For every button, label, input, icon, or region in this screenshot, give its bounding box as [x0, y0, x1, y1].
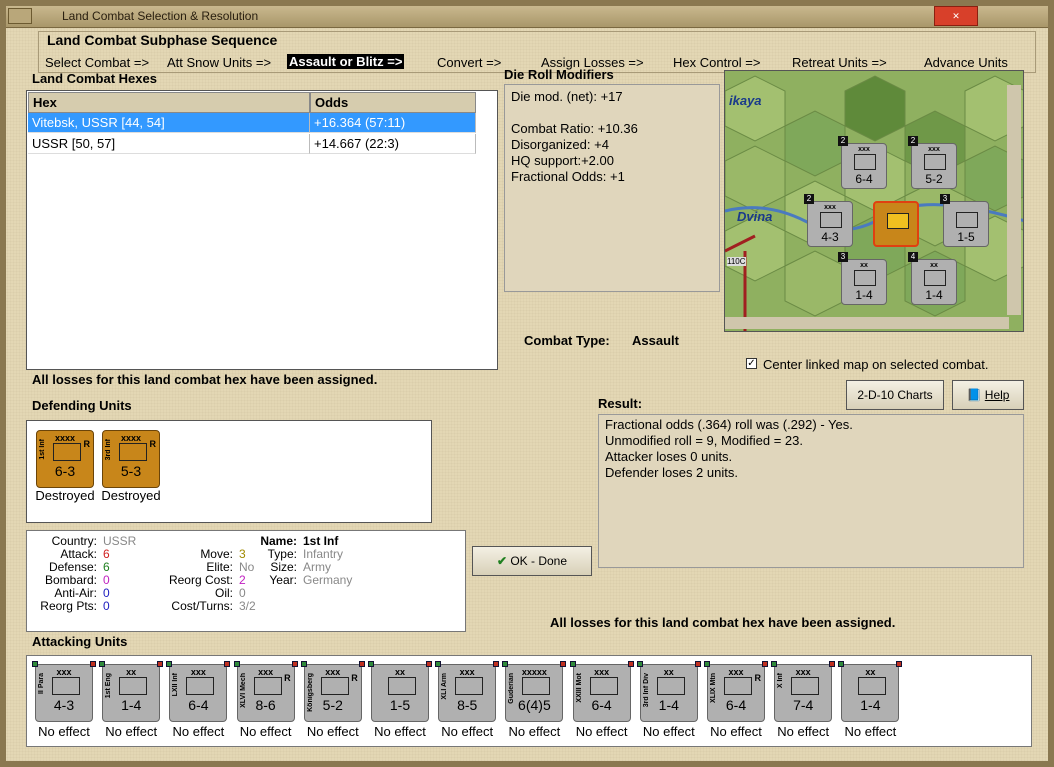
attacking-unit[interactable]: xx 3rd Inf Div 1-4 [636, 661, 701, 722]
center-map-checkbox[interactable]: ✓ [746, 358, 757, 369]
step-select-combat: Select Combat => [45, 55, 150, 70]
result-line: Unmodified roll = 9, Modified = 23. [605, 433, 803, 448]
title-bar: Land Combat Selection & Resolution ✕ [6, 6, 1048, 28]
attacking-unit-status: No effect [710, 724, 762, 739]
step-convert: Convert => [437, 55, 502, 70]
attacking-unit[interactable]: xxx II Para 4-3 [32, 661, 96, 722]
map-vertical-scrollbar[interactable] [1007, 85, 1021, 315]
unit-info-panel: Country: USSR Attack: 6 Defense: 6 Bomba… [26, 530, 466, 632]
help-button[interactable]: 📘 Help [952, 380, 1024, 410]
selected-defender-counter[interactable] [873, 201, 919, 247]
center-map-label: Center linked map on selected combat. [763, 357, 989, 372]
attacking-unit-status: No effect [441, 724, 494, 739]
defending-unit-status: Destroyed [35, 488, 95, 503]
result-line: Defender loses 2 units. [605, 465, 738, 480]
attacking-unit-status: No effect [172, 724, 225, 739]
map-counter[interactable]: xx 1-4 3 [838, 252, 887, 305]
attacking-unit[interactable]: xxx XLVI Mech R 8-6 [233, 661, 298, 722]
attacking-units-panel: xxx II Para 4-3 No effect xx 1st Eng 1-4 No eff… [26, 655, 1032, 747]
fractional-odds: Fractional Odds: +1 [511, 169, 625, 184]
attacking-unit[interactable]: xxx XLIX Mtn R 6-4 [704, 661, 768, 722]
odds-column-header[interactable]: Odds [310, 92, 476, 113]
attacking-unit-status: No effect [777, 724, 830, 739]
attacking-unit-status: No effect [38, 724, 90, 739]
step-att-snow-units: Att Snow Units => [167, 55, 272, 70]
attacking-unit[interactable]: xxx Königsberg R 5-2 [300, 661, 365, 722]
map-counter[interactable]: xxx 4-3 2 [804, 194, 853, 247]
losses-assigned-message-2: All losses for this land combat hex have… [550, 615, 896, 630]
combat-map[interactable]: ikaya Dvina 110C xxx 6-4 2 xxx 5-2 2 xxx… [724, 70, 1024, 332]
combat-type-value: Assault [632, 333, 679, 348]
combat-type-label: Combat Type: [524, 333, 610, 348]
attacking-unit-status: No effect [105, 724, 158, 739]
map-counter[interactable]: xx 1-4 4 [908, 252, 957, 305]
die-roll-title: Die Roll Modifiers [504, 67, 614, 82]
result-line: Attacker loses 0 units. [605, 449, 733, 464]
map-label-dvina: Dvina [737, 209, 773, 224]
step-hex-control: Hex Control => [673, 55, 761, 70]
attacking-unit[interactable]: xxxxx Guderian 6(4)5 [502, 661, 567, 722]
losses-assigned-message: All losses for this land combat hex have… [32, 372, 378, 387]
ok-done-button[interactable]: ✔ OK - Done [472, 546, 592, 576]
map-horizontal-scrollbar[interactable] [725, 317, 1009, 329]
defending-unit-status: Destroyed [101, 488, 161, 503]
map-counter[interactable]: xxx 5-2 2 [908, 136, 957, 189]
map-counter[interactable]: 1-5 3 [940, 194, 989, 247]
hexes-title: Land Combat Hexes [32, 71, 157, 86]
sequence-title: Land Combat Subphase Sequence [47, 32, 278, 48]
result-line: Fractional odds (.364) roll was (.292) -… [605, 417, 853, 432]
attacking-unit-status: No effect [642, 724, 695, 739]
attacking-unit[interactable]: xx 1st Eng 1-4 [99, 661, 164, 722]
attacking-unit-status: No effect [844, 724, 897, 739]
attacking-unit[interactable]: xx 1-5 [368, 661, 432, 722]
attacking-unit[interactable]: xxx XLI Arm 8-5 [435, 661, 500, 722]
defending-unit[interactable]: xxxx 1st Inf R 6-3 [36, 430, 94, 488]
attacking-unit-status: No effect [508, 724, 561, 739]
attacking-unit[interactable]: xxx LXII Inf 6-4 [166, 661, 231, 722]
defending-title: Defending Units [32, 398, 132, 413]
attacking-unit-status: No effect [239, 724, 292, 739]
checkmark-icon: ✔ [496, 554, 507, 568]
attacking-unit-status: No effect [306, 724, 359, 739]
map-counter[interactable]: xxx 6-4 2 [838, 136, 887, 189]
map-label-ikaya: ikaya [729, 93, 762, 108]
die-mod-net: Die mod. (net): +17 [511, 89, 623, 104]
window-title: Land Combat Selection & Resolution [62, 9, 259, 23]
table-row[interactable]: Vitebsk, USSR [44, 54] +16.364 (57:11) [28, 113, 476, 133]
result-title: Result: [598, 396, 643, 411]
attacking-unit[interactable]: xxx X Inf 7-4 [771, 661, 836, 722]
step-assault-or-blitz: Assault or Blitz => [287, 54, 405, 69]
close-button[interactable]: ✕ [934, 6, 978, 26]
attacking-unit-status: No effect [575, 724, 628, 739]
step-retreat-units: Retreat Units => [792, 55, 887, 70]
attacking-unit[interactable]: xxx XXIII Mot 6-4 [569, 661, 634, 722]
map-label-110c: 110C [727, 257, 746, 266]
defending-unit[interactable]: xxxx 3rd Inf R 5-3 [102, 430, 160, 488]
hq-support: HQ support:+2.00 [511, 153, 614, 168]
book-icon: 📘 [966, 388, 982, 402]
combat-window: Land Combat Selection & Resolution ✕ Lan… [0, 0, 1054, 767]
charts-button[interactable]: 2-D-10 Charts [846, 380, 944, 410]
combat-ratio: Combat Ratio: +10.36 [511, 121, 638, 136]
system-menu-button[interactable] [8, 8, 32, 24]
disorganized: Disorganized: +4 [511, 137, 609, 152]
attacking-unit[interactable]: xx 1-4 [838, 661, 903, 722]
step-advance-units: Advance Units [924, 55, 1008, 70]
attacking-unit-status: No effect [374, 724, 426, 739]
attacking-title: Attacking Units [32, 634, 128, 649]
hex-column-header[interactable]: Hex [28, 92, 310, 113]
die-roll-panel: Die mod. (net): +17 Combat Ratio: +10.36… [504, 84, 720, 292]
result-panel: Fractional odds (.364) roll was (.292) -… [598, 414, 1024, 568]
table-row[interactable]: USSR [50, 57] +14.667 (22:3) [28, 134, 476, 154]
